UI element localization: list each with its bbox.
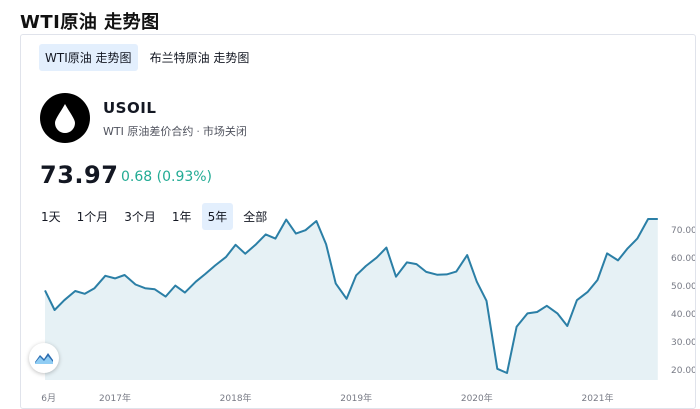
x-tick-label: 2018年 <box>220 392 252 404</box>
current-price: 73.97 <box>40 161 119 189</box>
x-tick-label: 2019年 <box>340 392 372 404</box>
tab-brent[interactable]: 布兰特原油 走势图 <box>144 44 256 71</box>
y-tick-label: 30.00 <box>671 338 696 348</box>
oil-drop-icon <box>40 93 90 143</box>
page-title: WTI原油 走势图 <box>20 12 160 33</box>
x-tick-label: 2020年 <box>461 392 493 404</box>
x-tick-label: 6月 <box>41 393 56 404</box>
chart-widget: WTI原油 走势图 布兰特原油 走势图 USOIL WTI 原油差价合约 · 市场关… <box>20 34 696 409</box>
tradingview-logo-icon[interactable] <box>29 343 59 373</box>
price-area <box>45 219 658 380</box>
price-change: 0.68 (0.93%) <box>121 169 213 185</box>
x-tick-label: 2021年 <box>582 392 614 404</box>
y-tick-label: 20.00 <box>671 366 696 376</box>
y-tick-label: 60.00 <box>671 254 696 264</box>
x-tick-label: 2017年 <box>99 392 131 404</box>
y-tick-label: 70.00 <box>671 226 696 236</box>
tab-bar: WTI原油 走势图 布兰特原油 走势图 <box>39 44 255 71</box>
tab-wti[interactable]: WTI原油 走势图 <box>39 44 138 71</box>
y-tick-label: 50.00 <box>671 282 696 292</box>
instrument-description: WTI 原油差价合约 · 市场关闭 <box>103 123 247 139</box>
instrument-symbol[interactable]: USOIL <box>103 99 156 117</box>
market-status: 市场关闭 <box>202 125 247 138</box>
instrument-name: WTI 原油差价合约 <box>103 125 194 138</box>
y-tick-label: 40.00 <box>671 310 696 320</box>
price-chart[interactable]: 70.00 60.00 50.00 40.00 30.00 20.00 6月 2017年 201… <box>20 205 696 409</box>
separator-dot: · <box>196 125 200 138</box>
